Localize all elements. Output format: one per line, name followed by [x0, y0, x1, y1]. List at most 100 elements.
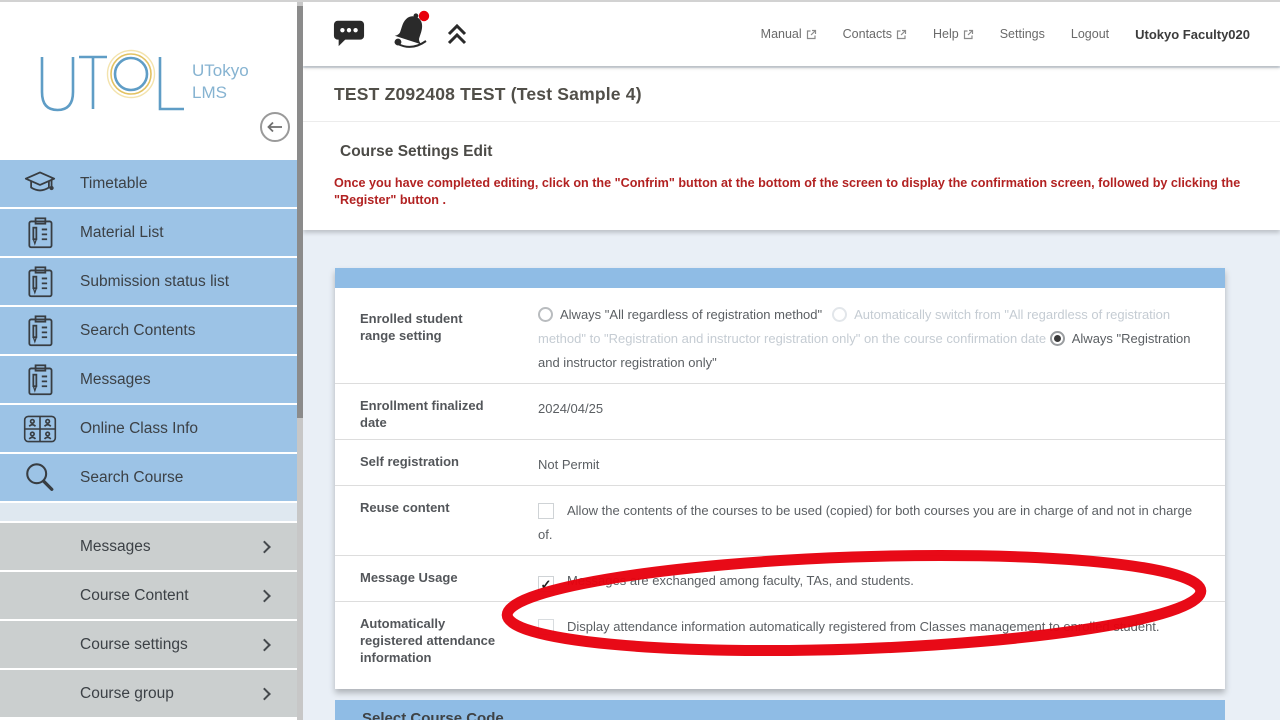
sidebar-item-course-settings[interactable]: Course settings [0, 621, 297, 668]
table-body: Enrolled student range setting Always "A… [335, 288, 1225, 689]
page-title: Course Settings Edit [340, 143, 1280, 161]
topbar: Manual Contacts Help Settings [303, 2, 1280, 66]
row-label: Enrollment finalized date [335, 384, 538, 439]
message-usage-checkbox[interactable]: ✓ [538, 576, 554, 592]
notification-bell-icon[interactable] [391, 9, 433, 54]
sidebar-item-search-course[interactable]: Search Course [0, 454, 297, 501]
checkbox-label: Allow the contents of the courses to be … [538, 503, 1192, 542]
sidebar-item-material-list[interactable]: Material List [0, 209, 297, 256]
sidebar-item-label: Submission status list [80, 273, 229, 291]
table-row: Automatically registered attendance info… [335, 601, 1225, 689]
contacts-link-label: Contacts [843, 27, 892, 41]
settings-link[interactable]: Settings [1000, 27, 1045, 41]
sidebar-item-label: Course settings [80, 636, 188, 654]
row-label: Enrolled student range setting [335, 288, 538, 383]
chevron-right-icon [258, 540, 271, 553]
radio-registration-only[interactable] [1050, 331, 1065, 346]
row-label: Message Usage [335, 556, 538, 601]
notification-badge [419, 11, 429, 21]
chat-icon[interactable] [333, 18, 365, 53]
logo-sub-line2: LMS [192, 83, 227, 102]
row-value: ✓ Messages are exchanged among faculty, T… [538, 556, 1225, 601]
external-link-icon [963, 29, 974, 40]
main-area: Manual Contacts Help Settings [303, 0, 1280, 720]
sidebar-item-timetable[interactable]: Timetable [0, 160, 297, 207]
chevron-right-icon [258, 638, 271, 651]
sidebar-item-label: Timetable [80, 175, 147, 193]
row-label: Self registration [335, 440, 538, 485]
logo-panel: UTokyo LMS [0, 0, 297, 160]
manual-link-label: Manual [761, 27, 802, 41]
sidebar-item-label: Messages [80, 538, 151, 556]
section-header: Course Settings Edit Once you have compl… [303, 122, 1280, 208]
logout-link-label: Logout [1071, 27, 1109, 41]
settings-link-label: Settings [1000, 27, 1045, 41]
warning-text: Once you have completed editing, click o… [334, 175, 1254, 208]
collapse-icon[interactable] [446, 23, 468, 50]
row-label: Reuse content [335, 486, 538, 555]
people-grid-icon [22, 411, 58, 447]
back-arrow-icon [266, 120, 284, 134]
external-link-icon [896, 29, 907, 40]
sidebar-item-messages-group[interactable]: Messages [0, 523, 297, 570]
sidebar-scrollbar[interactable] [297, 0, 303, 720]
sidebar-item-label: Course Content [80, 587, 189, 605]
row-value: Allow the contents of the courses to be … [538, 486, 1225, 555]
sidebar-item-messages[interactable]: Messages [0, 356, 297, 403]
checkbox-label: Messages are exchanged among faculty, TA… [567, 573, 914, 588]
manual-link[interactable]: Manual [761, 27, 817, 41]
select-course-code-title: Select Course Code [335, 700, 1225, 720]
enrollment-finalized-date-value: 2024/04/25 [538, 384, 1225, 439]
course-title: TEST Z092408 TEST (Test Sample 4) [334, 84, 642, 105]
sidebar-scrollbar-thumb[interactable] [297, 6, 303, 418]
utol-logo: UTokyo LMS [36, 46, 276, 116]
sidebar-item-course-group[interactable]: Course group [0, 670, 297, 717]
radio-option-label: Always "All regardless of registration m… [560, 307, 822, 322]
chevron-right-icon [258, 687, 271, 700]
sidebar-item-label: Messages [80, 371, 151, 389]
table-header-bar [335, 268, 1225, 288]
course-title-row: TEST Z092408 TEST (Test Sample 4) [303, 68, 1280, 122]
username-label: Utokyo Faculty020 [1135, 27, 1250, 42]
clipboard-icon [22, 264, 58, 300]
radio-automatic-switch [832, 307, 847, 322]
table-row: Self registration Not Permit [335, 439, 1225, 485]
table-row: Reuse content Allow the contents of the … [335, 485, 1225, 555]
clipboard-icon [22, 313, 58, 349]
radio-all-regardless[interactable] [538, 307, 553, 322]
logout-link[interactable]: Logout [1071, 27, 1109, 41]
sidebar-collapse-button[interactable] [260, 112, 290, 142]
page-header-block: TEST Z092408 TEST (Test Sample 4) Course… [303, 68, 1280, 230]
chevron-right-icon [258, 589, 271, 602]
attendance-info-checkbox[interactable] [538, 619, 554, 635]
sidebar-item-label: Online Class Info [80, 420, 198, 438]
window-top-border [0, 0, 1280, 2]
help-link[interactable]: Help [933, 27, 974, 41]
magnifier-icon [22, 460, 58, 496]
row-value: Always "All regardless of registration m… [538, 288, 1225, 383]
table-row: Message Usage ✓ Messages are exchanged am… [335, 555, 1225, 601]
graduation-cap-icon [22, 166, 58, 202]
clipboard-icon [22, 362, 58, 398]
course-settings-table: Enrolled student range setting Always "A… [335, 268, 1225, 689]
row-value: Display attendance information automatic… [538, 602, 1225, 689]
help-link-label: Help [933, 27, 959, 41]
sidebar-item-online-class-info[interactable]: Online Class Info [0, 405, 297, 452]
row-label: Automatically registered attendance info… [335, 602, 538, 689]
self-registration-value: Not Permit [538, 440, 1225, 485]
sidebar-item-search-contents[interactable]: Search Contents [0, 307, 297, 354]
table-row: Enrolled student range setting Always "A… [335, 288, 1225, 383]
sidebar-item-course-content[interactable]: Course Content [0, 572, 297, 619]
reuse-content-checkbox[interactable] [538, 503, 554, 519]
external-link-icon [806, 29, 817, 40]
sidebar-item-submission-status-list[interactable]: Submission status list [0, 258, 297, 305]
sidebar: UTokyo LMS Timetable Material List [0, 0, 297, 720]
sidebar-item-label: Search Course [80, 469, 183, 487]
table-row: Enrollment finalized date 2024/04/25 [335, 383, 1225, 439]
sidebar-item-label: Material List [80, 224, 164, 242]
sidebar-item-label: Course group [80, 685, 174, 703]
topbar-links: Manual Contacts Help Settings [761, 2, 1250, 66]
sidebar-spacer [0, 503, 297, 521]
checkbox-label: Display attendance information automatic… [567, 619, 1160, 634]
contacts-link[interactable]: Contacts [843, 27, 907, 41]
